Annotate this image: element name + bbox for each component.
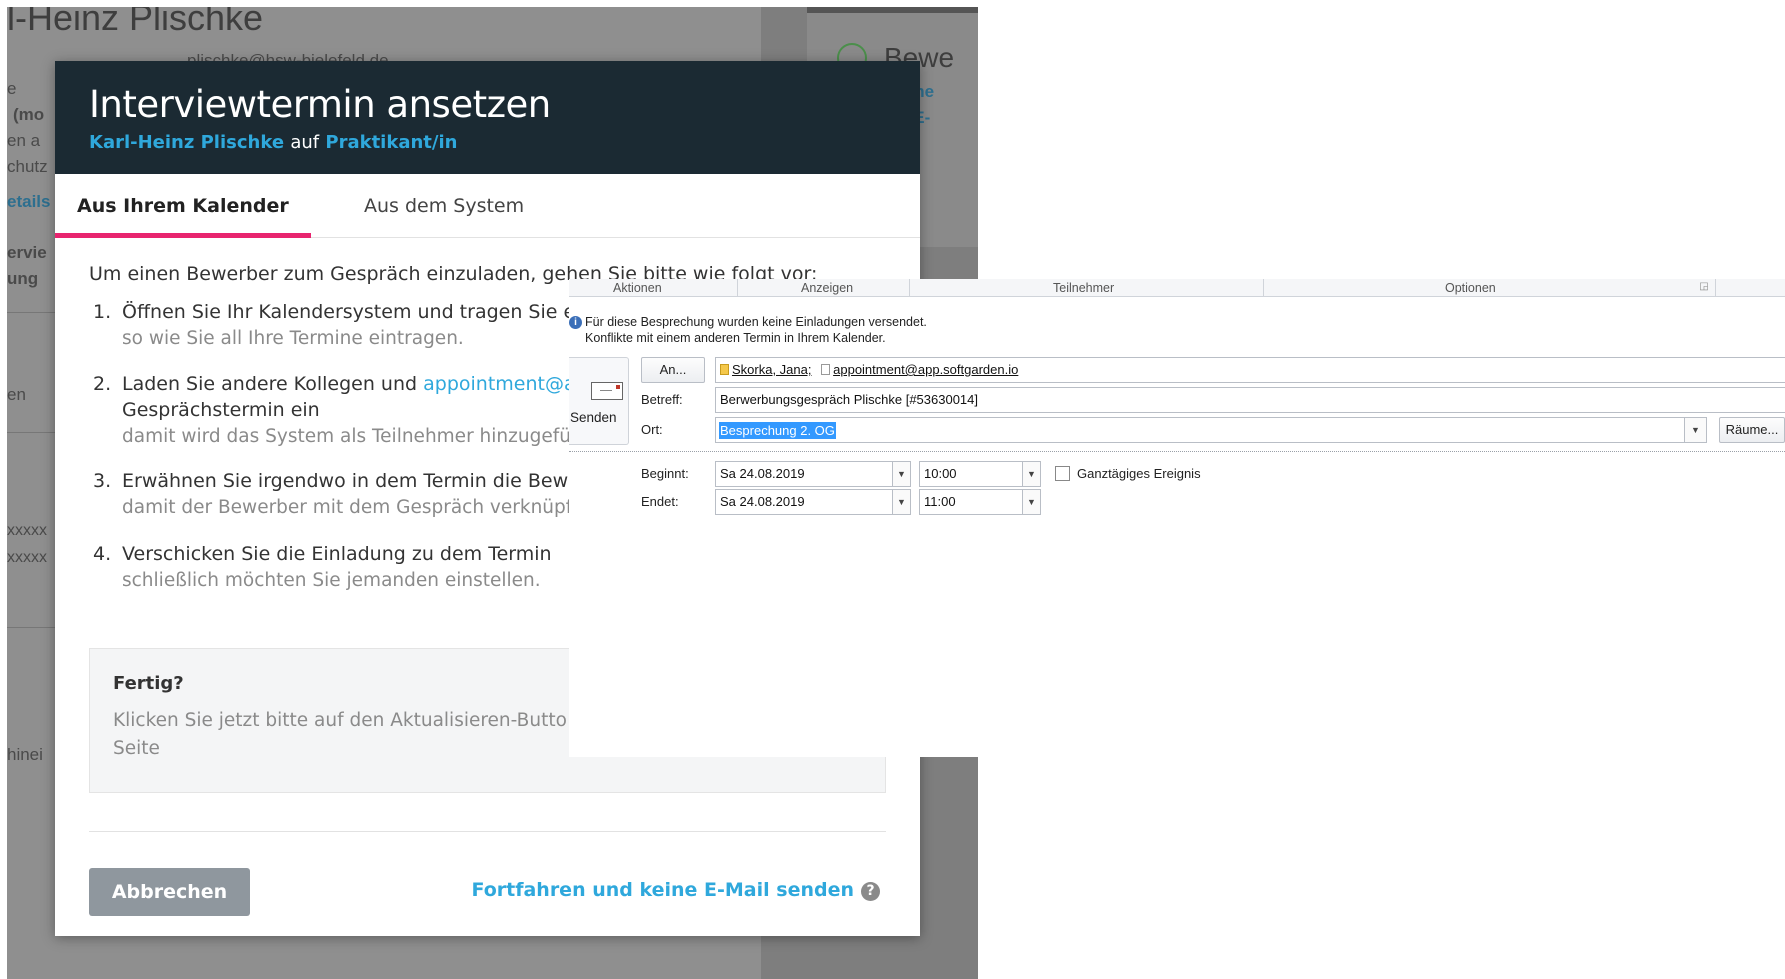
background-snippet: ung [7,269,39,288]
location-field[interactable]: Besprechung 2. OG ▼ [715,417,1707,443]
modal-footer-divider [89,831,886,832]
modal-title: Interviewtermin ansetzen [89,83,551,126]
send-mail-icon [591,382,623,400]
ribbon-separator [1263,279,1264,297]
background-snippet: xxxxx [7,549,47,566]
step-text: Öffnen Sie Ihr Kalendersystem und tragen… [122,301,581,323]
info-icon: i [569,316,582,329]
dialog-launcher-icon[interactable]: ◲ [1698,281,1710,293]
instruction-step-3: 3. Erwähnen Sie irgendwo in dem Termin di… [93,470,580,518]
instruction-step-4: 4. Verschicken Sie die Einladung zu dem T… [93,543,552,591]
step-hint: schließlich möchten Sie jemanden einstel… [122,570,541,591]
candidate-link[interactable]: Karl-Heinz Plischke [89,132,284,153]
step-hint: damit wird das System als Teilnehmer hin… [122,426,571,447]
info-message: Konflikte mit einem anderen Termin in Ih… [585,331,886,345]
done-text-line: Klicken Sie jetzt bitte auf den Aktualis… [113,710,567,731]
done-title: Fertig? [113,673,184,694]
step-number: 4. [93,543,112,565]
instruction-step-1: 1. Öffnen Sie Ihr Kalendersystem und trag… [93,301,581,349]
rooms-button[interactable]: Räume... [1719,417,1785,443]
start-label: Beginnt: [641,466,689,481]
to-field[interactable]: Skorka, Jana; appointment@app.softgarden… [715,357,1785,383]
subject-label: Betreff: [641,392,683,407]
background-candidate-name: l-Heinz Plischke [7,7,264,38]
ribbon-separator [909,279,910,297]
end-time-value: 11:00 [924,494,956,509]
step-text: Laden Sie andere Kollegen und [122,373,418,395]
background-snippet: e [7,79,17,98]
done-text: Klicken Sie jetzt bitte auf den Aktualis… [113,707,567,763]
ribbon-group-actions: Aktionen [613,281,662,295]
start-time-field[interactable]: 10:00 ▼ [919,461,1041,487]
modal-header: Interviewtermin ansetzen Karl-Heinz Plis… [55,61,920,174]
subject-field[interactable]: Berwerbungsgespräch Plischke [#53630014] [715,387,1785,413]
step-number: 1. [93,301,112,323]
step-hint: damit der Bewerber mit dem Gespräch verk… [122,497,573,518]
chevron-down-icon[interactable]: ▼ [1022,462,1040,486]
background-snippet: xxxxx [7,522,47,539]
contact-icon [720,364,729,375]
ribbon-separator [737,279,738,297]
recipient-chip[interactable]: Skorka, Jana; [720,358,812,382]
help-circle-icon[interactable]: ? [861,882,880,901]
chevron-down-icon[interactable]: ▼ [1022,490,1040,514]
end-time-field[interactable]: 11:00 ▼ [919,489,1041,515]
send-label: Senden [570,410,617,425]
tab-from-calendar[interactable]: Aus Ihrem Kalender [55,174,311,238]
chevron-down-icon[interactable]: ▼ [892,490,910,514]
dotted-separator [569,451,1785,452]
appointment-email-link[interactable]: appointment@a [423,373,576,395]
chevron-down-icon[interactable]: ▼ [892,462,910,486]
ribbon-separator [1715,279,1716,297]
step-text: Verschicken Sie die Einladung zu dem Ter… [122,543,552,565]
tab-from-system[interactable]: Aus dem System [342,174,546,238]
cancel-button[interactable]: Abbrechen [89,868,250,916]
recipient-chip[interactable]: appointment@app.softgarden.io [821,358,1018,382]
all-day-checkbox[interactable] [1055,466,1070,481]
to-button[interactable]: An... [641,357,705,383]
background-snippet: en a [7,131,41,150]
start-date-field[interactable]: Sa 24.08.2019 ▼ [715,461,911,487]
location-value: Besprechung 2. OG [719,422,836,439]
end-date-field[interactable]: Sa 24.08.2019 ▼ [715,489,911,515]
tab-bar: Aus Ihrem Kalender Aus dem System [55,174,920,238]
send-button[interactable]: Senden [569,357,629,445]
background-snippet: chutz [7,157,48,176]
chevron-down-icon[interactable]: ▼ [1684,418,1706,442]
ribbon-group-attendees: Teilnehmer [1053,281,1115,295]
contact-icon [821,364,831,375]
modal-subtitle: Karl-Heinz Plischke auf Praktikant/in [89,132,457,153]
step-text-continued: Gesprächstermin ein [122,399,320,421]
outlook-meeting-form: Aktionen Anzeigen Teilnehmer Optionen ◲ … [569,279,1785,757]
subtitle-connector: auf [290,132,320,153]
job-position-link[interactable]: Praktikant/in [325,132,457,153]
step-number: 3. [93,470,112,492]
start-time-value: 10:00 [924,466,957,481]
ribbon-group-show: Anzeigen [801,281,854,295]
step-text: Erwähnen Sie irgendwo in dem Termin die … [122,470,580,492]
info-bar: i Für diese Besprechung wurden keine Ein… [569,315,1785,347]
ribbon-group-options: Optionen [1445,281,1496,295]
background-snippet: hinei [7,745,43,764]
background-snippet: en [7,385,26,404]
instruction-step-2: 2. Laden Sie andere Kollegen und appointm… [93,373,576,447]
ribbon-group-labels: Aktionen Anzeigen Teilnehmer Optionen ◲ [569,279,1785,297]
step-number: 2. [93,373,112,395]
step-hint: so wie Sie all Ihre Termine eintragen. [122,328,464,349]
screenshot-stage: l-Heinz Plischke plischke@hsw-bielefeld.… [0,0,1785,979]
end-label: Endet: [641,494,679,509]
background-details-link: etails [7,192,51,211]
continue-label: Fortfahren und keine E-Mail senden [471,879,854,901]
all-day-label: Ganztägiges Ereignis [1077,466,1201,481]
location-label: Ort: [641,422,663,437]
done-text-line: Seite [113,738,160,759]
background-snippet: ervie [7,243,47,262]
end-date-value: Sa 24.08.2019 [720,494,805,509]
background-snippet: (mo [13,105,45,124]
info-message: Für diese Besprechung wurden keine Einla… [585,315,927,329]
continue-without-email-link[interactable]: Fortfahren und keine E-Mail senden? [471,879,880,901]
start-date-value: Sa 24.08.2019 [720,466,805,481]
